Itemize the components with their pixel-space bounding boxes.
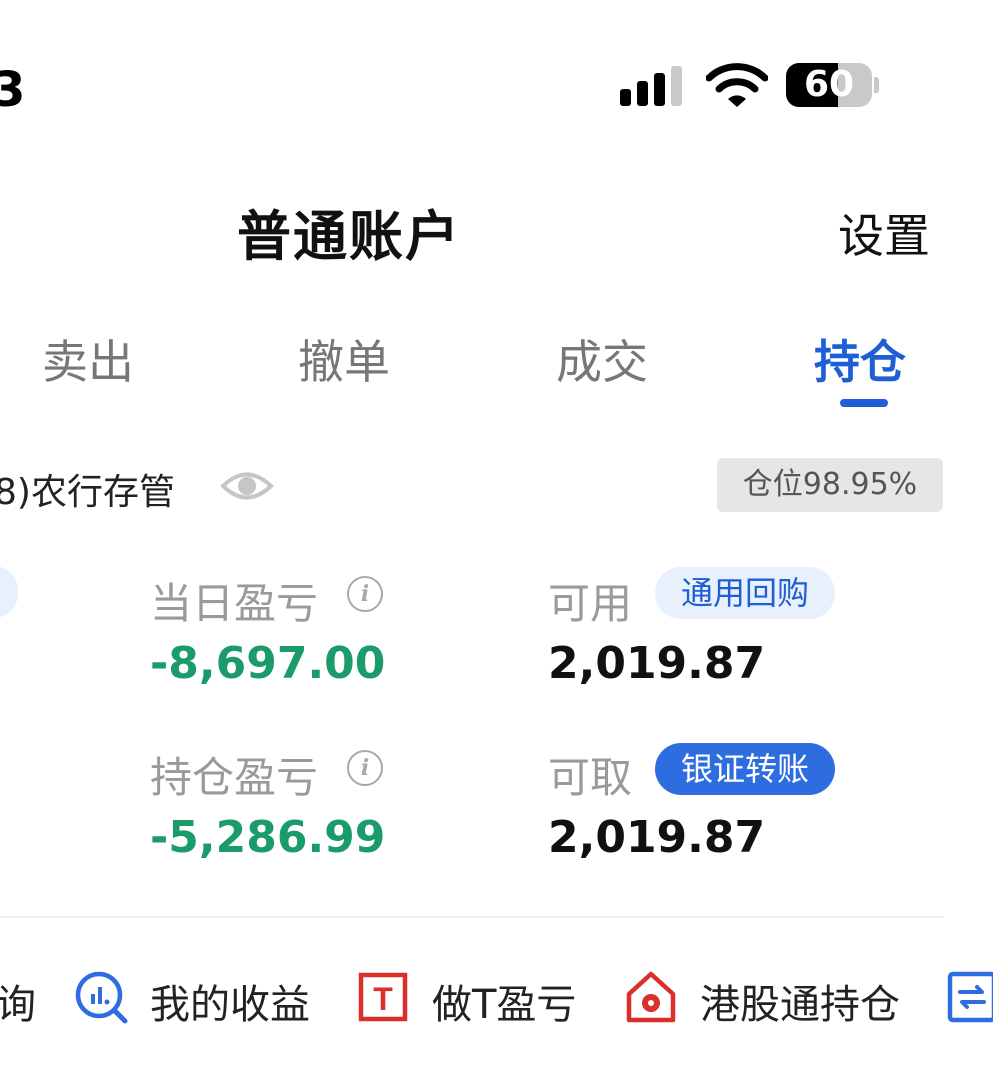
settings-button[interactable]: 设置	[838, 200, 930, 266]
partial-badge[interactable]	[0, 566, 18, 618]
shortcut-hk-connect-holdings[interactable]: 港股通持仓	[700, 972, 900, 1030]
transfer-icon[interactable]	[946, 970, 993, 1024]
wifi-icon	[706, 63, 768, 107]
cellular-signal-icon	[620, 66, 684, 106]
available-value: 2,019.87	[548, 638, 766, 689]
battery-level: 60	[803, 64, 855, 105]
tab-cancel-order[interactable]: 撤单	[298, 326, 390, 392]
info-icon[interactable]: i	[347, 750, 383, 786]
battery-icon: 60	[786, 63, 880, 109]
chart-search-icon[interactable]	[74, 970, 128, 1024]
t-box-icon[interactable]: T	[356, 970, 410, 1024]
page-title: 普通账户	[237, 205, 461, 268]
tab-holdings[interactable]: 持仓	[814, 326, 906, 392]
holding-pl-label: 持仓盈亏	[150, 753, 319, 802]
account-label: 8)农行存管	[0, 472, 175, 513]
svg-text:T: T	[373, 981, 393, 1017]
position-ratio-badge: 仓位98.95%	[717, 458, 943, 512]
status-time: 3	[0, 62, 26, 118]
withdrawable-label: 可取	[548, 753, 633, 802]
daily-pl-value: -8,697.00	[150, 638, 386, 689]
section-divider	[0, 916, 944, 918]
shortcut-query[interactable]: 询	[0, 972, 36, 1030]
available-label: 可用	[548, 579, 633, 628]
hk-house-icon[interactable]	[624, 970, 678, 1024]
info-icon[interactable]: i	[347, 576, 383, 612]
shortcut-my-earnings[interactable]: 我的收益	[150, 972, 310, 1030]
shortcut-t-trade-pl[interactable]: 做T盈亏	[432, 972, 576, 1030]
withdrawable-value: 2,019.87	[548, 812, 766, 863]
holding-pl-value: -5,286.99	[150, 812, 386, 863]
bank-transfer-button[interactable]: 银证转账	[655, 743, 835, 795]
eye-icon[interactable]	[220, 465, 274, 507]
tab-deals[interactable]: 成交	[556, 326, 648, 392]
daily-pl-label: 当日盈亏	[150, 579, 319, 628]
repo-button[interactable]: 通用回购	[655, 567, 835, 619]
tab-sell[interactable]: 卖出	[42, 326, 134, 392]
active-tab-indicator	[840, 399, 888, 407]
